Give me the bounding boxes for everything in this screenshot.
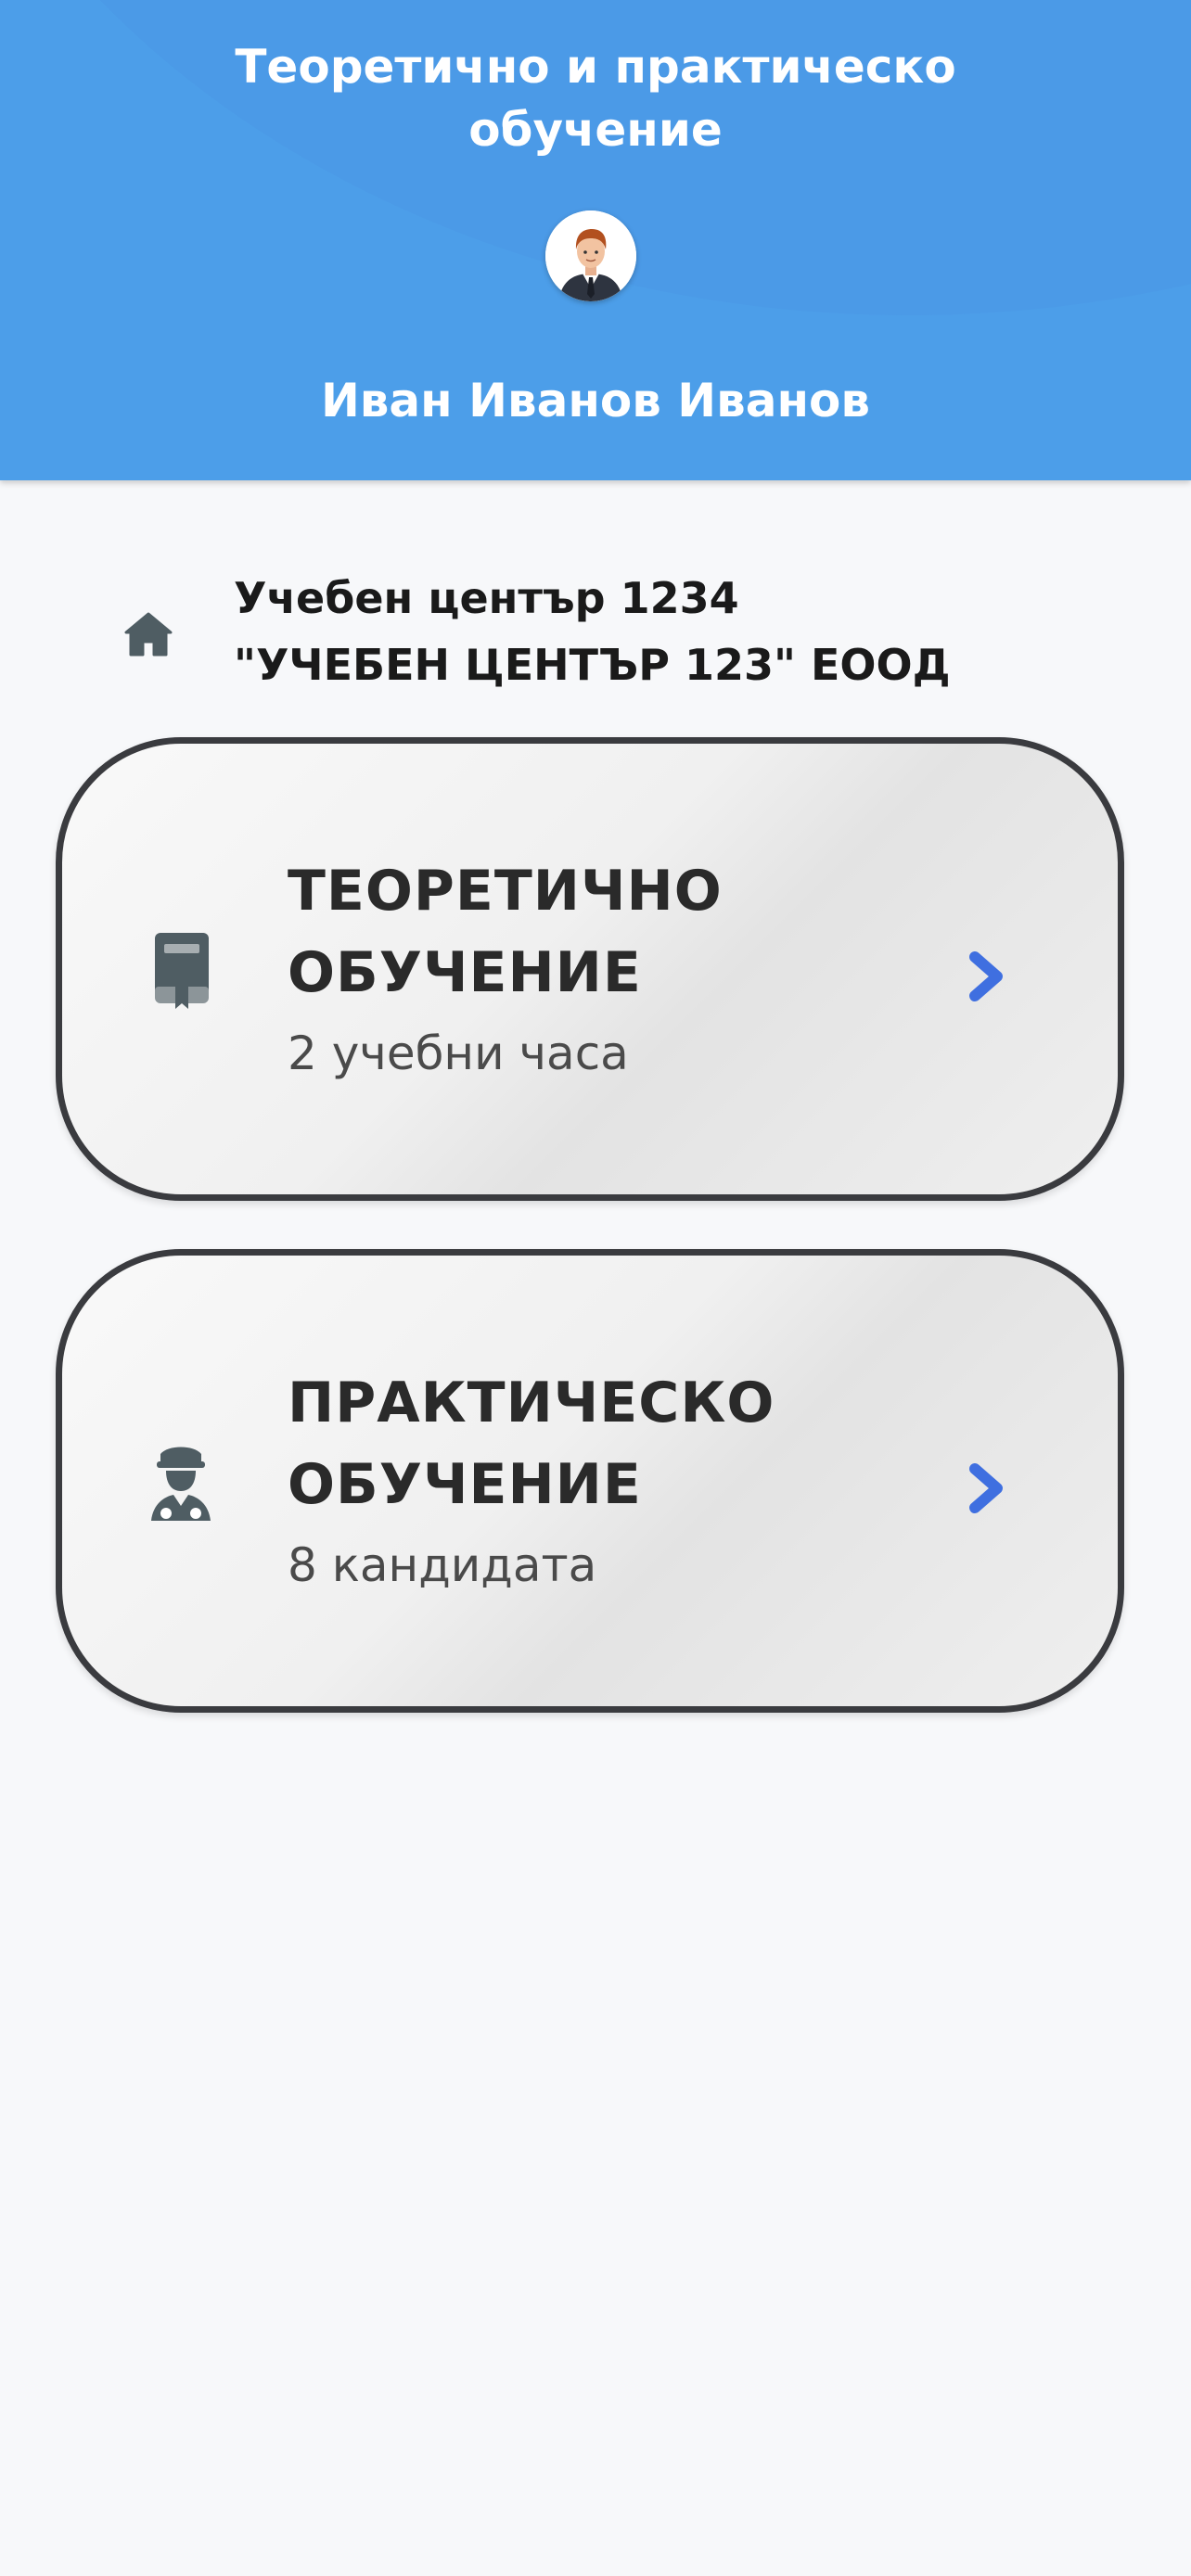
- home-icon: [121, 606, 176, 662]
- practical-training-candidates: 8 кандидата: [288, 1538, 597, 1592]
- theory-training-hours: 2 учебни часа: [288, 1027, 629, 1080]
- practical-training-card[interactable]: ПРАКТИЧЕСКО ОБУЧЕНИЕ 8 кандидата: [56, 1249, 1124, 1713]
- practical-training-title: ПРАКТИЧЕСКО ОБУЧЕНИЕ: [288, 1371, 775, 1517]
- organization-info: Учебен център 1234 "УЧЕБЕН ЦЕНТЪР 123" Е…: [0, 567, 1191, 707]
- chevron-right-icon[interactable]: [962, 1461, 1012, 1515]
- page-title: Теоретично и практическо обучение: [235, 40, 956, 157]
- chevron-right-icon[interactable]: [962, 950, 1012, 1003]
- company-name: "УЧЕБЕН ЦЕНТЪР 123" ЕООД: [234, 640, 951, 690]
- user-name: Иван Иванов Иванов: [320, 374, 871, 427]
- user-avatar-icon[interactable]: [545, 210, 636, 301]
- app-header: Теоретично и практическо обучение Иван И…: [0, 0, 1191, 480]
- theory-training-title: ТЕОРЕТИЧНО ОБУЧЕНИЕ: [288, 859, 723, 1005]
- driver-icon: [144, 1441, 218, 1524]
- training-center-name: Учебен център 1234: [234, 573, 739, 623]
- theory-training-card[interactable]: ТЕОРЕТИЧНО ОБУЧЕНИЕ 2 учебни часа: [56, 737, 1124, 1201]
- avatar-image: [545, 210, 636, 301]
- book-icon: [144, 929, 218, 1013]
